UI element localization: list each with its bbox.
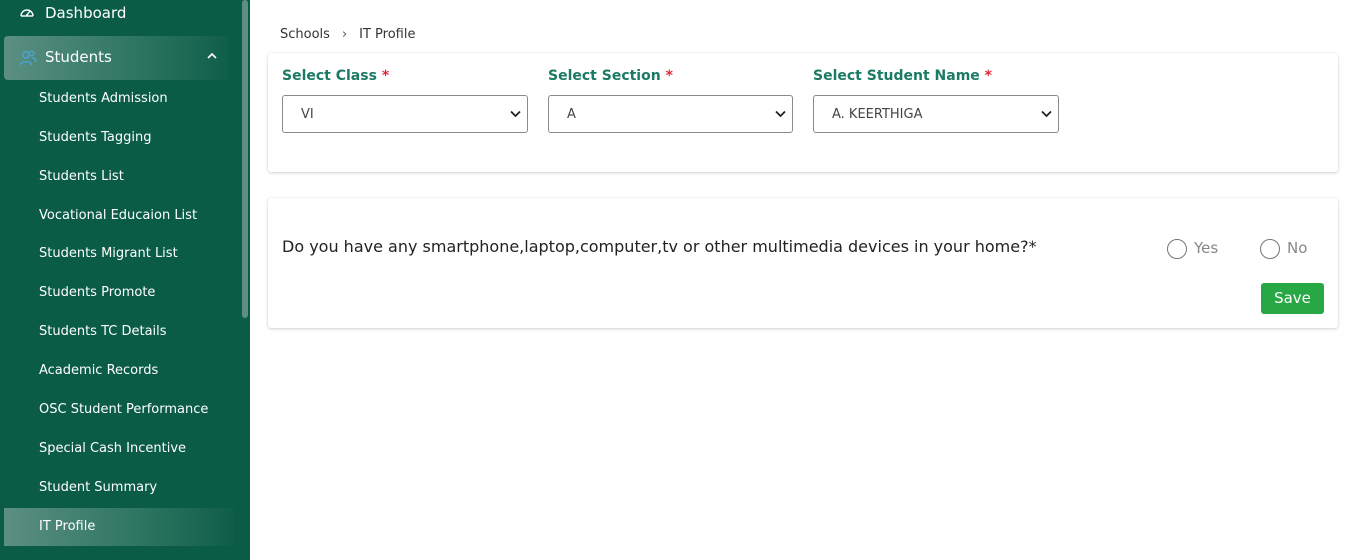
sidebar-item-special-cash-incentive[interactable]: Special Cash Incentive xyxy=(39,441,186,456)
sidebar-item-students-promote[interactable]: Students Promote xyxy=(39,285,155,300)
sidebar-item-student-summary[interactable]: Student Summary xyxy=(39,480,157,495)
sidebar-item-students-admission[interactable]: Students Admission xyxy=(39,91,168,106)
sidebar-group-students[interactable]: Students xyxy=(4,36,230,80)
section-select[interactable]: A xyxy=(548,95,793,133)
required-mark: * xyxy=(381,68,390,84)
breadcrumb-current: IT Profile xyxy=(359,27,416,42)
select-student-name-label: Select Student Name * xyxy=(813,68,992,84)
radio-no-label[interactable]: No xyxy=(1287,239,1307,257)
chevron-down-icon xyxy=(1041,110,1052,118)
required-mark: * xyxy=(984,68,992,84)
sidebar-item-it-profile[interactable]: IT Profile xyxy=(39,519,95,534)
sidebar-item-students-list[interactable]: Students List xyxy=(39,169,124,184)
radio-yes-label[interactable]: Yes xyxy=(1194,239,1218,257)
question-card: Do you have any smartphone,laptop,comput… xyxy=(268,198,1338,328)
required-mark: * xyxy=(665,68,673,84)
sidebar-item-students-tagging[interactable]: Students Tagging xyxy=(39,130,151,145)
select-class-label: Select Class * xyxy=(282,68,390,84)
filter-card: Select Class * VI Select Section * A Sel… xyxy=(268,53,1338,172)
breadcrumb-separator: › xyxy=(341,27,348,42)
users-icon xyxy=(19,50,37,66)
save-button[interactable]: Save xyxy=(1261,283,1324,314)
sidebar-item-students-migrant-list[interactable]: Students Migrant List xyxy=(39,246,178,261)
sidebar-item-label: Dashboard xyxy=(45,4,127,22)
student-name-select-value: A. KEERTHIGA xyxy=(832,107,923,122)
sidebar-item-academic-records[interactable]: Academic Records xyxy=(39,363,158,378)
chevron-down-icon xyxy=(775,110,786,118)
breadcrumb: Schools › IT Profile xyxy=(280,27,415,42)
sidebar-group-label: Students xyxy=(45,48,112,66)
sidebar-scrollbar[interactable] xyxy=(242,0,248,318)
sidebar-item-vocational-education-list[interactable]: Vocational Educaion List xyxy=(39,208,197,223)
sidebar-item-students-tc-details[interactable]: Students TC Details xyxy=(39,324,167,339)
question-text: Do you have any smartphone,laptop,comput… xyxy=(282,237,1037,256)
radio-no[interactable] xyxy=(1260,239,1280,259)
sidebar: Dashboard Students Students Admission St… xyxy=(0,0,250,560)
chevron-down-icon xyxy=(510,110,521,118)
section-select-value: A xyxy=(567,107,576,122)
class-select[interactable]: VI xyxy=(282,95,528,133)
select-section-label: Select Section * xyxy=(548,68,673,84)
sidebar-item-osc-student-performance[interactable]: OSC Student Performance xyxy=(39,402,208,417)
sidebar-item-dashboard[interactable]: Dashboard xyxy=(0,0,240,28)
radio-yes[interactable] xyxy=(1167,239,1187,259)
student-name-select[interactable]: A. KEERTHIGA xyxy=(813,95,1059,133)
speedometer-icon xyxy=(20,9,34,17)
class-select-value: VI xyxy=(301,107,314,122)
breadcrumb-schools[interactable]: Schools xyxy=(280,27,330,42)
chevron-up-icon[interactable] xyxy=(206,51,218,61)
